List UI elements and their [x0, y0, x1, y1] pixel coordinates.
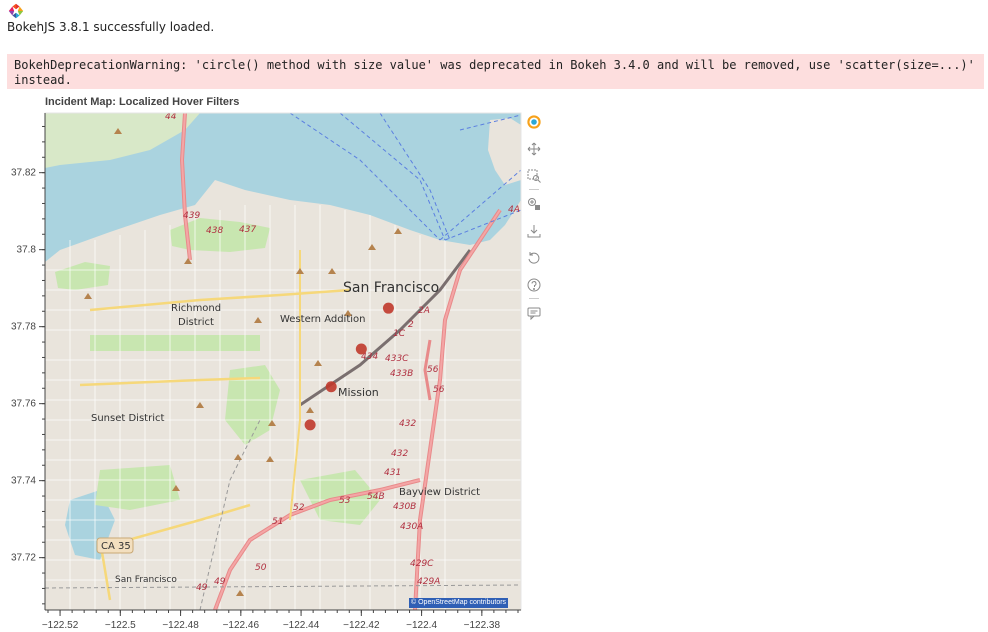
label-western-addition: Western Addition	[280, 314, 365, 325]
y-tick-label: 37.8	[17, 245, 37, 256]
pan-icon[interactable]	[525, 140, 543, 158]
road-label: 430B	[393, 502, 416, 512]
road-label: 4A	[508, 205, 520, 215]
road-label: 430A	[400, 522, 423, 532]
x-tick-label: −122.42	[343, 620, 380, 631]
y-axis: 37.72 37.74 37.76 37.78 37.8 37.82	[11, 125, 45, 605]
road-label: 432	[391, 449, 408, 459]
x-tick-label: −122.46	[223, 620, 260, 631]
road-label: 54B	[367, 492, 385, 502]
label-sunset-district: Sunset District	[91, 413, 164, 424]
x-tick-label: −122.5	[105, 620, 136, 631]
x-tick-label: −122.38	[464, 620, 501, 631]
road-label: 49	[214, 577, 226, 587]
road-label: 431	[384, 468, 401, 478]
label-mission: Mission	[338, 386, 379, 399]
y-tick-label: 37.74	[11, 476, 36, 487]
map-tiles[interactable]: San Francisco Richmond District Western …	[45, 112, 521, 610]
x-tick-label: −122.4	[406, 620, 437, 631]
road-label: 2	[408, 320, 414, 330]
road-label: 433C	[385, 354, 409, 364]
road-label: 52	[293, 503, 305, 513]
label-san-francisco: San Francisco	[343, 280, 439, 296]
road-label: 49	[196, 583, 208, 593]
x-axis: −122.52 −122.5 −122.48 −122.46 −122.44 −122.4…	[42, 610, 519, 631]
label-bayview-district: Bayview District	[399, 487, 480, 498]
label-ca35: CA 35	[101, 541, 131, 552]
incident-point[interactable]	[325, 381, 337, 393]
y-tick-label: 37.82	[11, 168, 36, 179]
road-label: 432	[399, 419, 416, 429]
golden-gate-park	[90, 335, 260, 351]
plot-canvas[interactable]: San Francisco Richmond District Western …	[0, 0, 988, 632]
road-label: 53	[339, 496, 351, 506]
road-label: 437	[239, 225, 256, 235]
x-tick-label: −122.48	[162, 620, 199, 631]
x-tick-label: −122.52	[42, 620, 79, 631]
y-tick-label: 37.72	[11, 553, 36, 564]
bokeh-logo-icon[interactable]	[525, 113, 543, 131]
hover-icon[interactable]	[525, 304, 543, 322]
toolbar-separator	[529, 298, 539, 299]
y-tick-label: 37.76	[11, 399, 36, 410]
label-district: District	[178, 317, 214, 328]
incident-point[interactable]	[382, 302, 394, 314]
y-tick-label: 37.78	[11, 322, 36, 333]
road-label: 51	[272, 517, 283, 527]
road-label: 438	[206, 226, 223, 236]
road-label: 429C	[410, 559, 434, 569]
reset-icon[interactable]	[525, 249, 543, 267]
box-zoom-icon[interactable]	[525, 167, 543, 185]
incident-point[interactable]	[355, 343, 367, 355]
road-label: 429A	[417, 577, 440, 587]
map-attribution[interactable]: © OpenStreetMap contributors	[409, 598, 509, 608]
label-richmond: Richmond	[171, 303, 221, 314]
label-south-san-francisco: San Francisco	[115, 575, 177, 585]
wheel-zoom-icon[interactable]	[525, 195, 543, 213]
road-label: 439	[183, 211, 200, 221]
incident-point[interactable]	[304, 419, 316, 431]
toolbar-separator	[529, 189, 539, 190]
x-tick-label: −122.44	[283, 620, 320, 631]
road-label: 1C	[393, 329, 406, 339]
road-label: 56	[433, 385, 445, 395]
road-label: 2A	[418, 306, 430, 316]
road-label: 433B	[390, 369, 413, 379]
road-label: 50	[255, 563, 267, 573]
help-icon[interactable]	[525, 276, 543, 294]
save-icon[interactable]	[525, 222, 543, 240]
road-label: 56	[427, 365, 439, 375]
